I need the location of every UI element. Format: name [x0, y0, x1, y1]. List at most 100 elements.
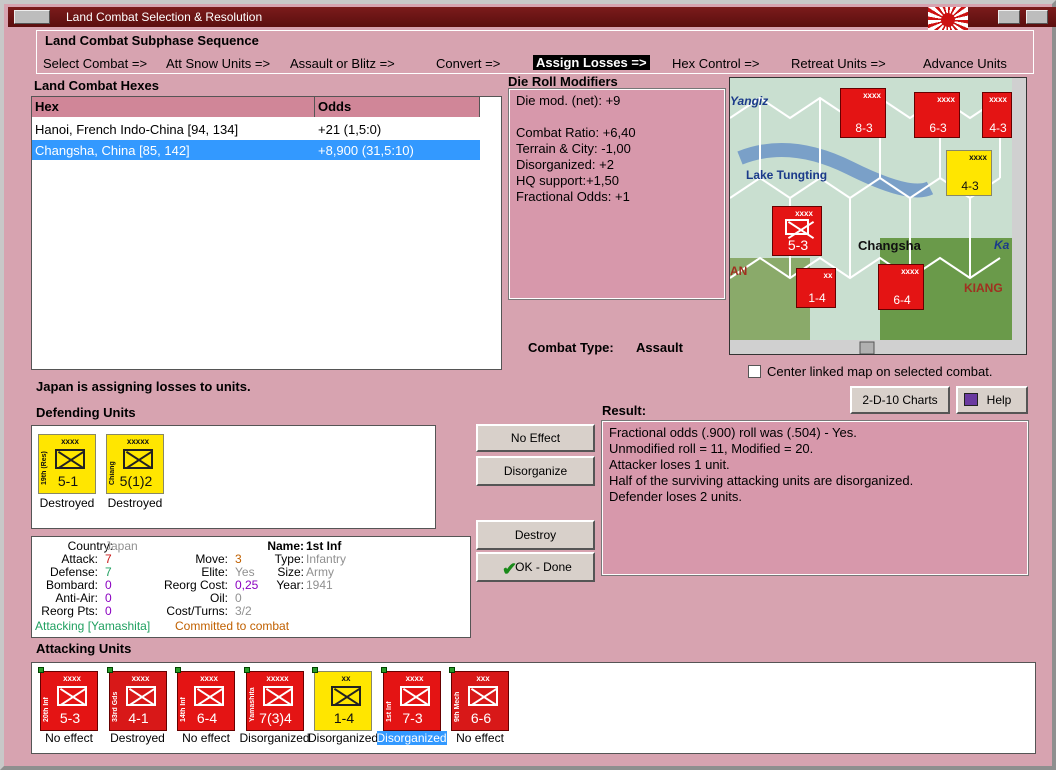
attacking-unit[interactable]: xx 1-4	[314, 671, 372, 731]
map-counter[interactable]: xxxx 4-3	[982, 92, 1012, 138]
col-hex[interactable]: Hex	[32, 97, 315, 117]
charts-button[interactable]: 2-D-10 Charts	[850, 386, 950, 414]
unit-stats: 6-6	[470, 710, 492, 726]
die-modifiers-box: Die mod. (net): +9 Combat Ratio: +6,40 T…	[508, 88, 726, 300]
unit-size: xxxx	[131, 674, 150, 683]
table-row[interactable]: Hanoi, French Indo-China [94, 134] +21 (…	[32, 119, 480, 139]
map-label: Yangiz	[730, 94, 769, 108]
unit-stats: 6-4	[196, 710, 218, 726]
map-counter[interactable]: xxxx 4-3	[946, 150, 992, 196]
map-label: Ka	[994, 238, 1010, 252]
infantry-symbol-icon	[399, 686, 430, 706]
attacking-unit[interactable]: xxxx 1st Inf 7-3	[382, 671, 441, 731]
center-map-checkbox[interactable]	[748, 365, 761, 378]
help-book-icon	[964, 393, 978, 406]
map-counter[interactable]: xxxx 6-4	[878, 264, 924, 310]
unit-stats: 5-3	[59, 710, 81, 726]
attacking-heading: Attacking Units	[36, 641, 132, 656]
supply-marker-icon	[312, 667, 318, 673]
attacking-unit[interactable]: xxx 9th Mech 6-6	[451, 671, 509, 731]
map-counter[interactable]: xxxx 5-3	[772, 206, 822, 256]
ok-done-button[interactable]: ✔ OK - Done	[476, 552, 595, 582]
die-line: Disorganized: +2	[516, 157, 614, 172]
help-button[interactable]: Help	[956, 386, 1028, 414]
unit-stats: 7-3	[402, 710, 423, 726]
supply-marker-icon	[449, 667, 455, 673]
step-convert: Convert =>	[436, 56, 501, 71]
unit-size: xxxx	[63, 674, 81, 683]
unit-status: No effect	[456, 731, 504, 745]
disorganize-button[interactable]: Disorganize	[476, 456, 595, 486]
unit-size: xx	[341, 674, 351, 683]
ok-done-label: OK - Done	[515, 560, 572, 574]
no-effect-button[interactable]: No Effect	[476, 424, 595, 452]
window-menu-button[interactable]	[14, 10, 50, 24]
map-counter[interactable]: xx 1-4	[796, 268, 836, 308]
attacking-unit[interactable]: xxxx 20th Inf 5-3	[40, 671, 98, 731]
result-line: Unmodified roll = 11, Modified = 20.	[609, 441, 814, 456]
subphase-sequence: Land Combat Subphase Sequence Select Com…	[36, 30, 1034, 74]
result-line: Half of the surviving attacking units ar…	[609, 473, 914, 488]
title-bar: Land Combat Selection & Resolution	[8, 7, 1056, 32]
attacking-units-panel: xxxx 20th Inf 5-3 No effect xxxx 33rd Gds 4-1 D…	[31, 662, 1036, 754]
destroy-button[interactable]: Destroy	[476, 520, 595, 550]
map-counter[interactable]: xxxx 8-3	[840, 88, 886, 138]
cost-turns-label: Cost/Turns:	[166, 604, 228, 618]
supply-marker-icon	[243, 667, 250, 673]
japan-flag-icon	[928, 7, 968, 32]
year-value: 1941	[306, 578, 333, 592]
supply-marker-icon	[175, 667, 181, 673]
hexes-heading: Land Combat Hexes	[34, 78, 159, 93]
unit-size: xxxx	[405, 674, 424, 683]
help-label: Help	[986, 393, 1012, 407]
supply-marker-icon	[38, 667, 44, 673]
unit-status: Destroyed	[39, 496, 95, 510]
die-line: Die mod. (net): +9	[516, 93, 621, 108]
map-counter[interactable]: xxxx 6-3	[914, 92, 960, 138]
close-button[interactable]	[1026, 10, 1048, 24]
die-line: HQ support:+1,50	[516, 173, 619, 188]
attacking-hq: Attacking [Yamashita]	[35, 619, 151, 633]
unit-status: Destroyed	[110, 731, 165, 745]
attacking-unit[interactable]: xxxx 14th Inf 6-4	[177, 671, 235, 731]
defending-units-panel: xxxx 19th (Res) 5-1 Destroyed xxxxx Chia…	[31, 425, 436, 529]
defending-unit[interactable]: xxxxx Chiang 5(1)2	[106, 434, 164, 494]
defending-unit[interactable]: xxxx 19th (Res) 5-1	[38, 434, 96, 494]
center-map-label: Center linked map on selected combat.	[767, 364, 993, 379]
unit-status: Disorganized	[376, 731, 447, 745]
infantry-symbol-icon	[262, 686, 293, 706]
map-label: Lake Tungting	[746, 168, 828, 182]
attacking-unit[interactable]: xxxx 33rd Gds 4-1	[108, 671, 167, 731]
window-title: Land Combat Selection & Resolution	[66, 10, 263, 24]
reorg-pts-value: 0	[105, 604, 112, 618]
result-heading: Result:	[602, 403, 647, 418]
infantry-symbol-icon	[331, 686, 361, 706]
supply-marker-icon	[380, 667, 387, 673]
linked-map[interactable]: Yangiz Lake Tungting Changsha KIANG Ka A…	[729, 77, 1027, 355]
unit-stats: 1-4	[333, 710, 355, 726]
attacking-unit[interactable]: xxxxx Yamashita 7(3)4	[245, 671, 304, 731]
infantry-symbol-icon	[468, 686, 498, 706]
minimize-button[interactable]	[998, 10, 1020, 24]
unit-info-panel: Country: Japan Attack: 7 Defense: 7 Bomb…	[31, 536, 471, 638]
col-odds[interactable]: Odds	[315, 97, 480, 117]
die-line: Combat Ratio: +6,40	[516, 125, 636, 140]
unit-status: Destroyed	[107, 496, 163, 510]
die-line: Terrain & City: -1,00	[516, 141, 631, 156]
map-label: KIANG	[964, 281, 1003, 295]
result-line: Fractional odds (.900) roll was (.504) -…	[609, 425, 857, 440]
hex-cell: Hanoi, French Indo-China [94, 134]	[35, 122, 239, 137]
cost-turns-value: 3/2	[235, 604, 252, 618]
unit-size: xxxxx	[266, 674, 289, 683]
step-hex-control: Hex Control =>	[672, 56, 760, 71]
step-att-snow: Att Snow Units =>	[166, 56, 271, 71]
table-row-selected[interactable]: Changsha, China [85, 142] +8,900 (31,5:1…	[32, 140, 480, 160]
odds-cell: +21 (1,5:0)	[318, 122, 382, 137]
unit-stats: 4-1	[128, 710, 149, 726]
year-label: Year:	[276, 578, 304, 592]
committed-status: Committed to combat	[175, 619, 290, 633]
die-line	[516, 109, 718, 125]
result-line: Attacker loses 1 unit.	[609, 457, 730, 472]
supply-marker-icon	[106, 667, 113, 673]
result-box: Fractional odds (.900) roll was (.504) -…	[601, 420, 1029, 576]
